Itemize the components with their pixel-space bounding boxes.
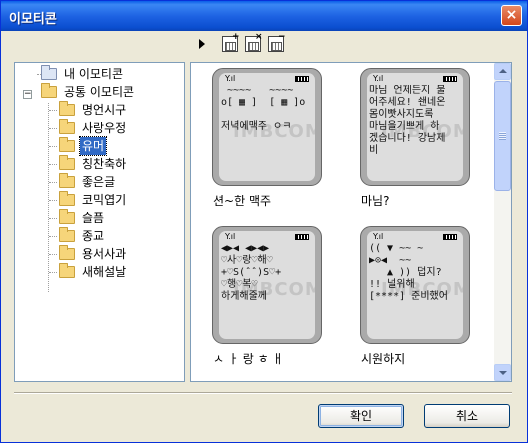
tree-item-label: 유머	[78, 136, 108, 156]
tree-item-label: 사랑우정	[82, 121, 127, 135]
battery-icon	[443, 234, 457, 240]
tree-item-label: 명언시구	[82, 103, 127, 117]
window-title: 이모티콘	[9, 12, 57, 27]
tree-item-label: 칭찬축하	[82, 157, 127, 171]
tree-item-label: 좋은글	[82, 175, 116, 189]
emoticon-grid: Y.ıl IMBCOM ~~~~ ~~~~ o[ ▦ ] [ ▦ ]o 저녁에맥…	[190, 62, 512, 382]
emoticon-card[interactable]: Y.ıl IMBCOM ◀▶◀ ◀▶◀▶ ♡사♡랑♡해♡ +♡S(ˆˆ)S♡+ …	[212, 226, 322, 344]
play-arrow-icon[interactable]	[199, 39, 205, 49]
emoticon-card[interactable]: Y.ıl IMBCOM 마님 언제든지 불 어주세요! 쇈네온 몸이빳사지도록 …	[360, 68, 470, 186]
emoticon-text: ~~~~ ~~~~ o[ ▦ ] [ ▦ ]o 저녁에맥주 ㅇㅋ	[221, 85, 306, 132]
tree-item-label: 공통 이모티콘	[64, 85, 135, 99]
add-emoticon-icon[interactable]	[222, 33, 240, 52]
tree-item-label: 용서사과	[82, 247, 127, 261]
phone-screen: Y.ıl IMBCOM 마님 언제든지 불 어주세요! 쇈네온 몸이빳사지도록 …	[367, 73, 463, 181]
folder-icon	[41, 83, 57, 98]
signal-icon: Y.ıl	[373, 232, 384, 241]
folder-icon	[59, 119, 75, 134]
category-tree[interactable]: 내 이모티콘 − 공통 이모티콘 명언시구 사랑우정 유머 칭찬축하 좋은글 코…	[14, 62, 185, 382]
tree-item-label: 종교	[82, 229, 105, 243]
folder-icon	[59, 155, 75, 170]
emoticon-caption: ㅅ ㅏ 랑 ㅎ ㅐ	[213, 352, 284, 366]
tree-item-label: 새해설날	[82, 265, 127, 279]
folder-icon	[41, 65, 57, 80]
emoticon-text: 마님 언제든지 불 어주세요! 쇈네온 몸이빳사지도록 마님을기쁘게 하 겠습니…	[369, 85, 446, 156]
cancel-button[interactable]: 취소	[424, 404, 510, 428]
ok-button[interactable]: 확인	[318, 404, 404, 428]
emoticon-caption: 시원하지	[361, 352, 406, 366]
phone-screen: Y.ıl IMBCOM (( ▼ ~~ ~ ▶⊙◀ ~~ ▲ )) 덥지? !!…	[367, 231, 463, 339]
signal-icon: Y.ıl	[373, 74, 384, 83]
emoticon-dialog: 이모티콘 × 내 이모티콘 − 공통 이모티콘 명언시구 사랑우정	[0, 0, 528, 443]
signal-icon: Y.ıl	[225, 74, 236, 83]
vertical-scrollbar[interactable]	[494, 63, 511, 381]
tree-item-label: 코믹엽기	[82, 193, 127, 207]
folder-icon	[59, 191, 75, 206]
emoticon-card[interactable]: Y.ıl IMBCOM (( ▼ ~~ ~ ▶⊙◀ ~~ ▲ )) 덥지? !!…	[360, 226, 470, 344]
battery-icon	[295, 234, 309, 240]
scroll-down-button[interactable]	[494, 364, 511, 381]
tree-item-label: 슬픔	[82, 211, 105, 225]
signal-icon: Y.ıl	[225, 232, 236, 241]
emoticon-text: ◀▶◀ ◀▶◀▶ ♡사♡랑♡해♡ +♡S(ˆˆ)S♡+ ♡행♡복♡ 하게해줄께	[221, 243, 282, 302]
battery-icon	[443, 76, 457, 82]
battery-icon	[295, 76, 309, 82]
collapse-toggle[interactable]: −	[23, 90, 32, 99]
close-button[interactable]: ×	[501, 5, 522, 26]
emoticon-caption: 션~한 맥주	[213, 194, 272, 208]
emoticon-caption: 마님?	[361, 194, 390, 208]
divider	[14, 392, 512, 394]
phone-screen: Y.ıl IMBCOM ~~~~ ~~~~ o[ ▦ ] [ ▦ ]o 저녁에맥…	[219, 73, 315, 181]
folder-icon	[59, 101, 75, 116]
folder-icon	[59, 245, 75, 260]
phone-screen: Y.ıl IMBCOM ◀▶◀ ◀▶◀▶ ♡사♡랑♡해♡ +♡S(ˆˆ)S♡+ …	[219, 231, 315, 339]
remove-emoticon-icon[interactable]	[268, 33, 286, 52]
emoticon-card[interactable]: Y.ıl IMBCOM ~~~~ ~~~~ o[ ▦ ] [ ▦ ]o 저녁에맥…	[212, 68, 322, 186]
folder-icon	[59, 263, 75, 278]
folder-icon	[59, 209, 75, 224]
scroll-thumb[interactable]	[494, 81, 511, 191]
title-bar[interactable]: 이모티콘 ×	[1, 1, 527, 31]
delete-emoticon-icon[interactable]	[245, 33, 263, 52]
emoticon-text: (( ▼ ~~ ~ ▶⊙◀ ~~ ▲ )) 덥지? !! 널위해 [****] …	[369, 243, 448, 302]
folder-icon	[59, 227, 75, 242]
tree-item-label: 내 이모티콘	[64, 67, 124, 81]
toolbar	[1, 32, 527, 56]
folder-icon	[59, 137, 75, 152]
scroll-up-button[interactable]	[494, 63, 511, 80]
folder-icon	[59, 173, 75, 188]
